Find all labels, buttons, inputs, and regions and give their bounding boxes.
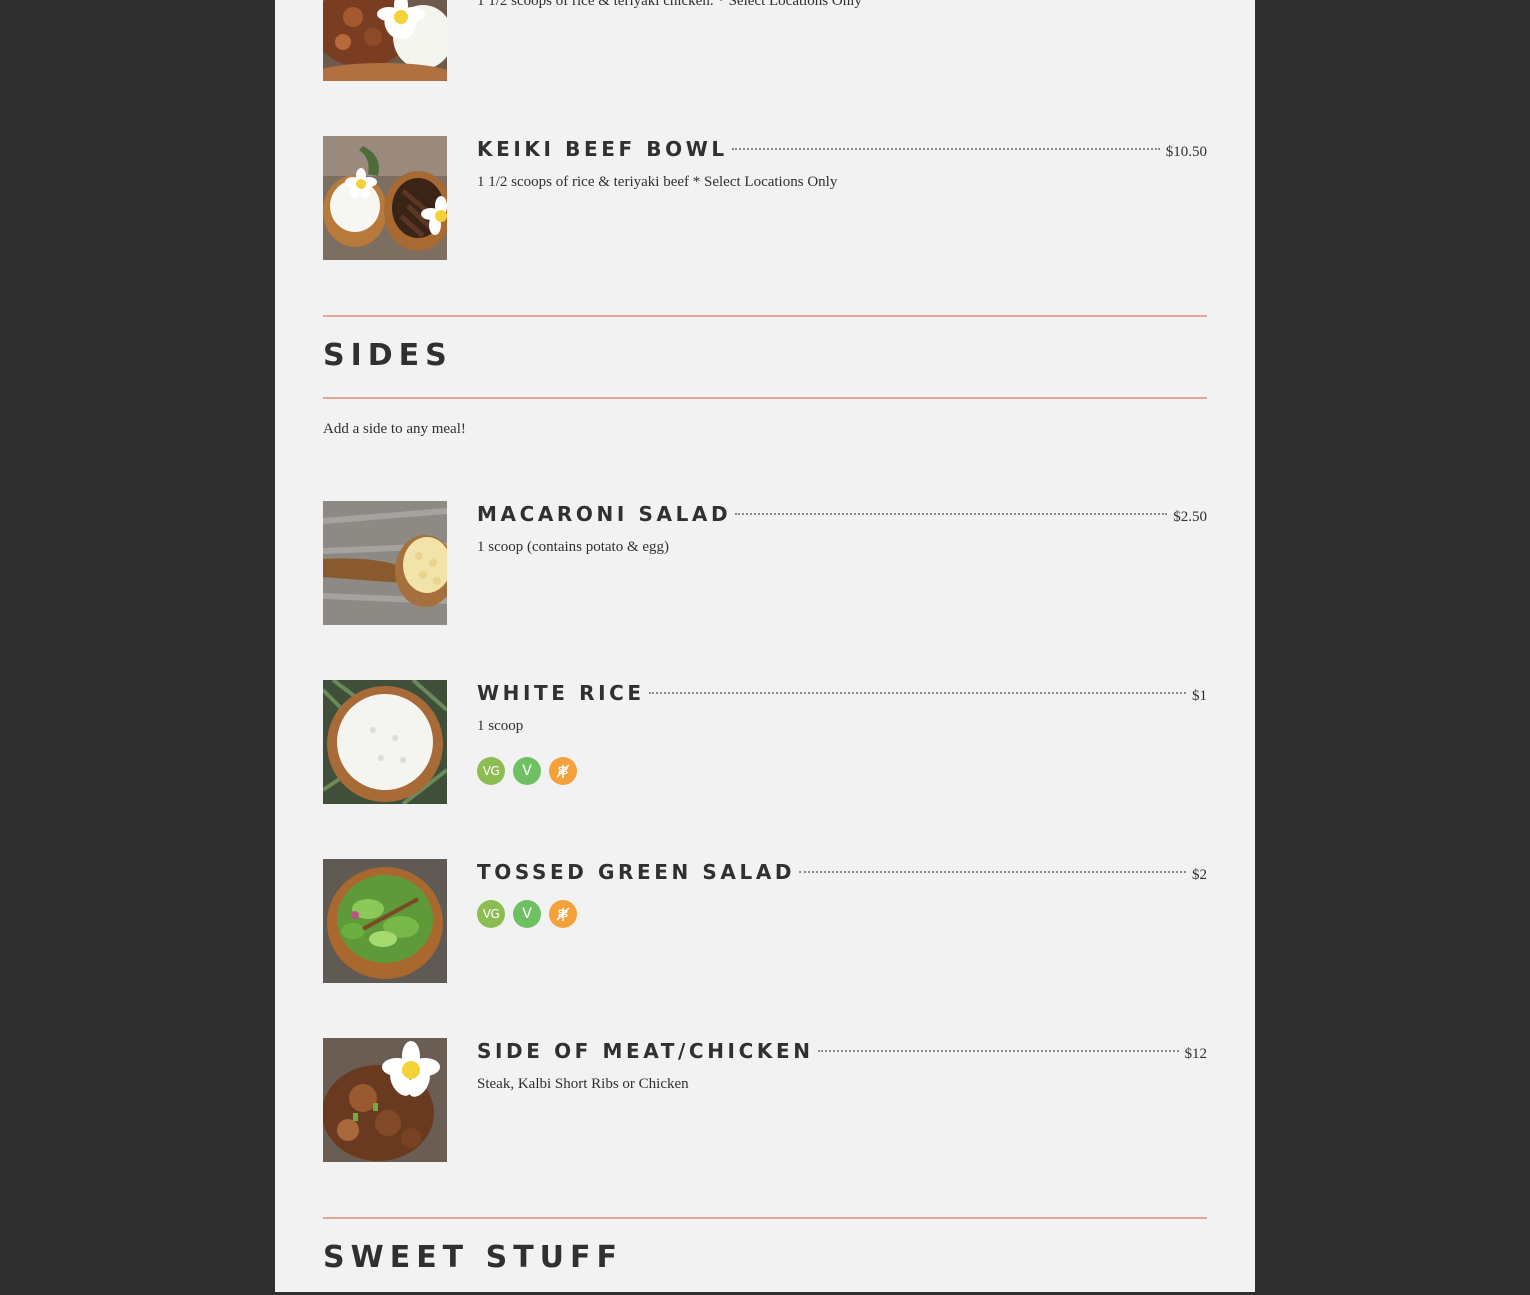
vegetarian-icon: V <box>513 757 541 785</box>
item-title: Keiki Beef Bowl <box>477 137 728 161</box>
section-title-sides: Sides <box>323 338 453 373</box>
vegan-icon: VG <box>477 900 505 928</box>
white-rice-photo <box>323 680 447 804</box>
vegetarian-icon: V <box>513 900 541 928</box>
menu-item-white-rice: White Rice $1 1 scoop VG V <box>323 680 1207 804</box>
item-title-row: Tossed Green Salad $2 <box>477 859 1207 885</box>
item-price: $12 <box>1184 1046 1208 1062</box>
item-price: $2 <box>1192 867 1207 883</box>
item-price: $1 <box>1192 688 1207 704</box>
item-title: Macaroni Salad <box>477 502 732 526</box>
keiki-beef-bowl-photo <box>323 136 447 260</box>
item-title: Tossed Green Salad <box>477 860 796 884</box>
item-description: 1 1/2 scoops of rice & teriyaki chicken.… <box>477 0 862 9</box>
meat-chicken-photo <box>323 1038 447 1162</box>
section-divider-top <box>323 315 1207 317</box>
item-title: White Rice <box>477 681 645 705</box>
section-divider-bottom <box>323 397 1207 399</box>
menu-item-keiki-beef-bowl: Keiki Beef Bowl $10.50 1 1/2 scoops of r… <box>323 136 1207 260</box>
item-description: Steak, Kalbi Short Ribs or Chicken <box>477 1076 689 1092</box>
menu-item-macaroni-salad: Macaroni Salad $2.50 1 scoop (contains p… <box>323 501 1207 625</box>
teriyaki-chicken-photo <box>323 0 447 81</box>
menu-item-side-of-meat-chicken: Side of Meat/Chicken $12 Steak, Kalbi Sh… <box>323 1038 1207 1162</box>
menu-item-keiki-chicken: 1 1/2 scoops of rice & teriyaki chicken.… <box>323 0 1207 81</box>
item-title-row: Macaroni Salad $2.50 <box>477 501 1207 527</box>
green-salad-photo <box>323 859 447 983</box>
dot-leader <box>799 871 1186 873</box>
section-description: Add a side to any meal! <box>323 421 466 437</box>
dot-leader <box>735 513 1168 515</box>
item-title-row: Keiki Beef Bowl $10.50 <box>477 136 1207 162</box>
dot-leader <box>817 1050 1179 1052</box>
macaroni-salad-photo <box>323 501 447 625</box>
dietary-badges: VG V <box>477 900 577 928</box>
dot-leader <box>648 692 1186 694</box>
vegan-icon: VG <box>477 757 505 785</box>
dot-leader <box>731 148 1160 150</box>
section-title-sweet-stuff: Sweet Stuff <box>323 1240 624 1275</box>
gluten-free-wheat-icon <box>549 900 577 928</box>
menu-panel: 1 1/2 scoops of rice & teriyaki chicken.… <box>275 0 1255 1292</box>
gluten-free-wheat-icon <box>549 757 577 785</box>
section-divider-top <box>323 1217 1207 1219</box>
item-price: $10.50 <box>1165 144 1207 160</box>
item-description: 1 scoop (contains potato & egg) <box>477 539 670 555</box>
item-title-row: White Rice $1 <box>477 680 1207 706</box>
item-description: 1 1/2 scoops of rice & teriyaki beef * S… <box>477 174 838 190</box>
item-price: $2.50 <box>1173 509 1207 525</box>
item-title-row: Side of Meat/Chicken $12 <box>477 1038 1207 1064</box>
item-title: Side of Meat/Chicken <box>477 1039 814 1063</box>
item-description: 1 scoop <box>477 718 524 734</box>
menu-item-tossed-green-salad: Tossed Green Salad $2 VG V <box>323 859 1207 983</box>
dietary-badges: VG V <box>477 757 577 785</box>
